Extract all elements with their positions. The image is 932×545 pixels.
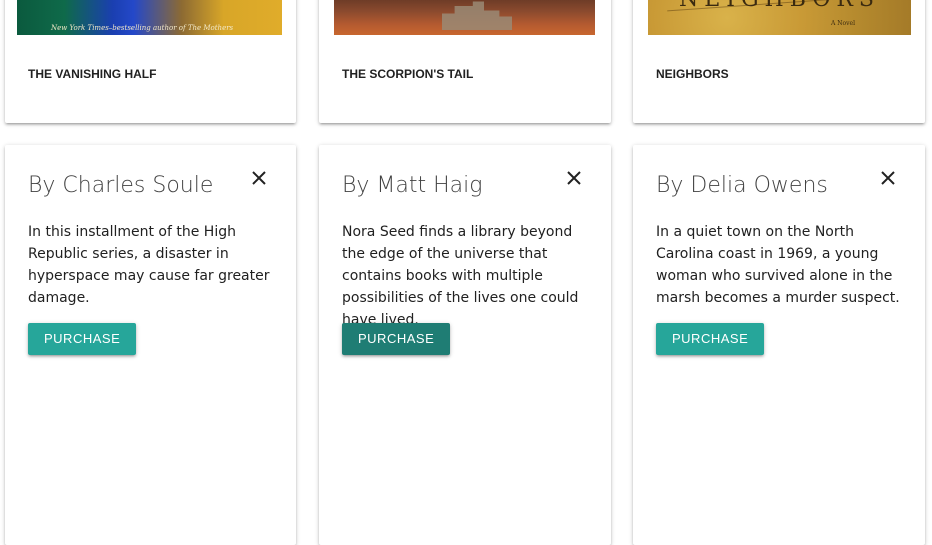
cover-tagline: New York Times–bestselling author of The… bbox=[51, 24, 234, 32]
book-card-neighbors[interactable]: NEIGHBORS A Novel NEIGHBORS bbox=[633, 0, 925, 123]
cover-art-ruin bbox=[442, 1, 512, 30]
card-reveal-author: By Delia Owens bbox=[656, 173, 828, 198]
close-icon[interactable] bbox=[250, 169, 268, 187]
book-title: THE VANISHING HALF bbox=[28, 67, 157, 81]
book-title: NEIGHBORS bbox=[656, 67, 729, 81]
card-reveal-charles-soule: By Charles Soule In this installment of … bbox=[5, 145, 296, 545]
card-reveal-matt-haig: By Matt Haig Nora Seed finds a library b… bbox=[319, 145, 611, 545]
purchase-button[interactable]: PURCHASE bbox=[342, 323, 451, 355]
close-icon[interactable] bbox=[565, 169, 583, 187]
cover-subtitle: A Novel bbox=[831, 20, 855, 27]
close-icon[interactable] bbox=[879, 169, 897, 187]
purchase-button[interactable]: PURCHASE bbox=[656, 323, 765, 355]
purchase-button[interactable]: PURCHASE bbox=[28, 323, 137, 355]
book-card-vanishing-half[interactable]: New York Times–bestselling author of The… bbox=[5, 0, 296, 123]
book-title: THE SCORPION'S TAIL bbox=[342, 67, 474, 81]
card-description: In a quiet town on the North Carolina co… bbox=[656, 224, 900, 306]
card-description: In this installment of the High Republic… bbox=[28, 224, 270, 306]
cover-title: NEIGHBORS bbox=[648, 0, 911, 12]
card-reveal-author: By Matt Haig bbox=[342, 173, 483, 198]
book-cover-image[interactable]: NEIGHBORS A Novel bbox=[648, 0, 911, 35]
card-reveal-author: By Charles Soule bbox=[28, 173, 214, 198]
book-cover-image[interactable]: New York Times–bestselling author of The… bbox=[17, 0, 282, 35]
card-description: Nora Seed finds a library beyond the edg… bbox=[342, 224, 579, 328]
book-card-scorpions-tail[interactable]: THE SCORPION'S TAIL bbox=[319, 0, 611, 123]
book-cover-image[interactable] bbox=[334, 0, 595, 35]
card-reveal-delia-owens: By Delia Owens In a quiet town on the No… bbox=[633, 145, 925, 545]
